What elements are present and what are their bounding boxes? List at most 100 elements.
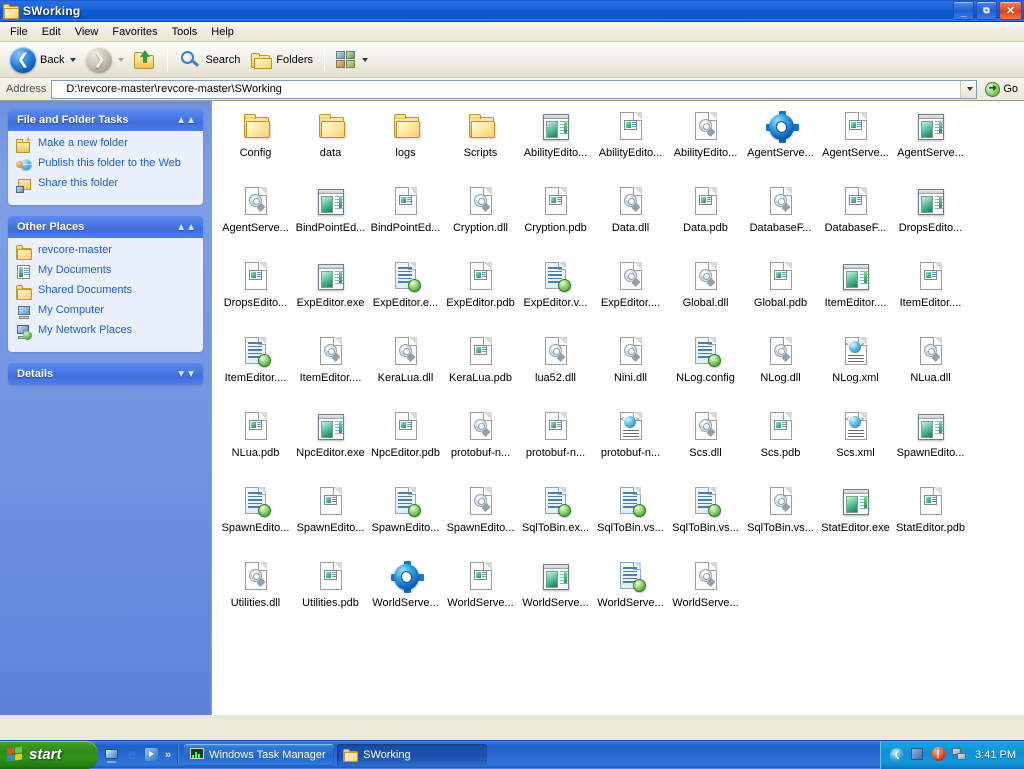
file-item[interactable]: KeraLua.dll [368, 332, 443, 407]
file-item[interactable]: SpawnEdito... [368, 482, 443, 557]
file-item[interactable]: AbilityEdito... [593, 107, 668, 182]
file-item[interactable]: Cryption.dll [443, 182, 518, 257]
blue-square-icon[interactable] [910, 747, 925, 762]
file-item[interactable]: ExpEditor.v... [518, 257, 593, 332]
file-item[interactable]: AgentServe... [743, 107, 818, 182]
file-item[interactable]: DatabaseF... [743, 182, 818, 257]
network-icon[interactable] [952, 747, 967, 762]
file-list-pane[interactable]: ConfigdatalogsScriptsAbilityEdito...Abil… [211, 101, 1024, 715]
taskbar-item-sworking[interactable]: SWorking [337, 744, 487, 766]
menu-item-edit[interactable]: Edit [35, 24, 68, 40]
forward-button[interactable]: ❯ [82, 45, 128, 75]
file-item[interactable]: WorldServe... [368, 557, 443, 632]
file-item[interactable]: DatabaseF... [818, 182, 893, 257]
file-item[interactable]: Config [218, 107, 293, 182]
forward-dropdown-icon[interactable] [118, 58, 124, 62]
file-item[interactable]: NLog.dll [743, 332, 818, 407]
file-item[interactable]: <>protobuf-n... [593, 407, 668, 482]
file-item[interactable]: data [293, 107, 368, 182]
file-item[interactable]: ItemEditor.... [818, 257, 893, 332]
file-item[interactable]: StatEditor.exe [818, 482, 893, 557]
file-item[interactable]: AgentServe... [818, 107, 893, 182]
file-item[interactable]: WorldServe... [593, 557, 668, 632]
chevron-down-icon[interactable]: ▼▼ [176, 369, 196, 380]
file-item[interactable]: SpawnEdito... [293, 482, 368, 557]
file-item[interactable]: NLua.pdb [218, 407, 293, 482]
file-item[interactable]: protobuf-n... [518, 407, 593, 482]
place-my-documents[interactable]: My Documents [16, 264, 195, 280]
file-item[interactable]: WorldServe... [668, 557, 743, 632]
file-item[interactable]: <>Scs.xml [818, 407, 893, 482]
place-my-network-places[interactable]: My Network Places [16, 324, 195, 340]
start-button[interactable]: start [0, 741, 98, 769]
menu-item-file[interactable]: File [3, 24, 35, 40]
address-dropdown-button[interactable] [960, 81, 976, 98]
panel-header-file-and-folder-tasks[interactable]: File and Folder Tasks ▲▲ [8, 109, 203, 131]
file-item[interactable]: ItemEditor.... [893, 257, 968, 332]
file-item[interactable]: <>NLog.xml [818, 332, 893, 407]
views-button[interactable] [332, 45, 372, 75]
file-item[interactable]: SpawnEdito... [893, 407, 968, 482]
place-revcore-master[interactable]: revcore-master [16, 244, 195, 260]
file-item[interactable]: NpcEditor.exe [293, 407, 368, 482]
file-item[interactable]: Scs.pdb [743, 407, 818, 482]
file-item[interactable]: protobuf-n... [443, 407, 518, 482]
file-item[interactable]: Data.dll [593, 182, 668, 257]
file-item[interactable]: NLog.config [668, 332, 743, 407]
file-item[interactable]: ExpEditor.exe [293, 257, 368, 332]
place-shared-documents[interactable]: Shared Documents [16, 284, 195, 300]
task-share-this-folder[interactable]: Share this folder [16, 177, 195, 193]
quick-launch-overflow-icon[interactable]: » [165, 749, 171, 761]
file-item[interactable]: SqlToBin.ex... [518, 482, 593, 557]
security-alert-icon[interactable] [931, 747, 946, 762]
views-dropdown-icon[interactable] [362, 58, 368, 62]
menu-item-view[interactable]: View [68, 24, 106, 40]
taskbar-item-windows-task-manager[interactable]: Windows Task Manager [184, 744, 334, 766]
back-dropdown-icon[interactable] [70, 58, 76, 62]
task-make-new-folder[interactable]: ✦ Make a new folder [16, 137, 195, 153]
file-item[interactable]: KeraLua.pdb [443, 332, 518, 407]
file-item[interactable]: Global.dll [668, 257, 743, 332]
file-item[interactable]: Utilities.pdb [293, 557, 368, 632]
address-input[interactable]: D:\revcore-master\revcore-master\SWorkin… [51, 80, 977, 99]
file-item[interactable]: NLua.dll [893, 332, 968, 407]
file-item[interactable]: WorldServe... [518, 557, 593, 632]
chevron-left-icon[interactable]: ❮ [890, 748, 904, 762]
search-button[interactable]: Search [175, 45, 244, 75]
chevron-up-icon[interactable]: ▲▲ [176, 222, 196, 233]
show-desktop-icon[interactable] [104, 747, 120, 763]
file-item[interactable]: BindPointEd... [368, 182, 443, 257]
file-item[interactable]: SpawnEdito... [443, 482, 518, 557]
file-item[interactable]: AbilityEdito... [668, 107, 743, 182]
maximize-button[interactable]: ⧉ [976, 1, 997, 20]
file-item[interactable]: AbilityEdito... [518, 107, 593, 182]
go-button[interactable]: ➜ Go [977, 82, 1024, 97]
file-item[interactable]: SpawnEdito... [218, 482, 293, 557]
file-item[interactable]: BindPointEd... [293, 182, 368, 257]
file-item[interactable]: Scripts [443, 107, 518, 182]
file-item[interactable]: Data.pdb [668, 182, 743, 257]
folders-button[interactable]: Folders [246, 45, 317, 75]
panel-header-details[interactable]: Details ▼▼ [8, 363, 203, 385]
close-button[interactable]: ✕ [999, 1, 1022, 20]
internet-explorer-icon[interactable]: e [124, 747, 140, 763]
back-button[interactable]: ❮ Back [6, 45, 80, 75]
file-item[interactable]: Cryption.pdb [518, 182, 593, 257]
file-item[interactable]: Utilities.dll [218, 557, 293, 632]
up-button[interactable] [130, 45, 160, 75]
windows-media-player-icon[interactable] [144, 747, 160, 763]
place-my-computer[interactable]: My Computer [16, 304, 195, 320]
file-item[interactable]: AgentServe... [218, 182, 293, 257]
file-item[interactable]: DropsEdito... [218, 257, 293, 332]
file-item[interactable]: lua52.dll [518, 332, 593, 407]
file-item[interactable]: NpcEditor.pdb [368, 407, 443, 482]
file-item[interactable]: SqlToBin.vs... [593, 482, 668, 557]
minimize-button[interactable]: _ [953, 1, 974, 20]
task-publish-to-web[interactable]: Publish this folder to the Web [16, 157, 195, 173]
file-item[interactable]: logs [368, 107, 443, 182]
file-item[interactable]: ItemEditor.... [293, 332, 368, 407]
file-item[interactable]: StatEditor.pdb [893, 482, 968, 557]
file-item[interactable]: SqlToBin.vs... [743, 482, 818, 557]
file-item[interactable]: ExpEditor.... [593, 257, 668, 332]
file-item[interactable]: Global.pdb [743, 257, 818, 332]
